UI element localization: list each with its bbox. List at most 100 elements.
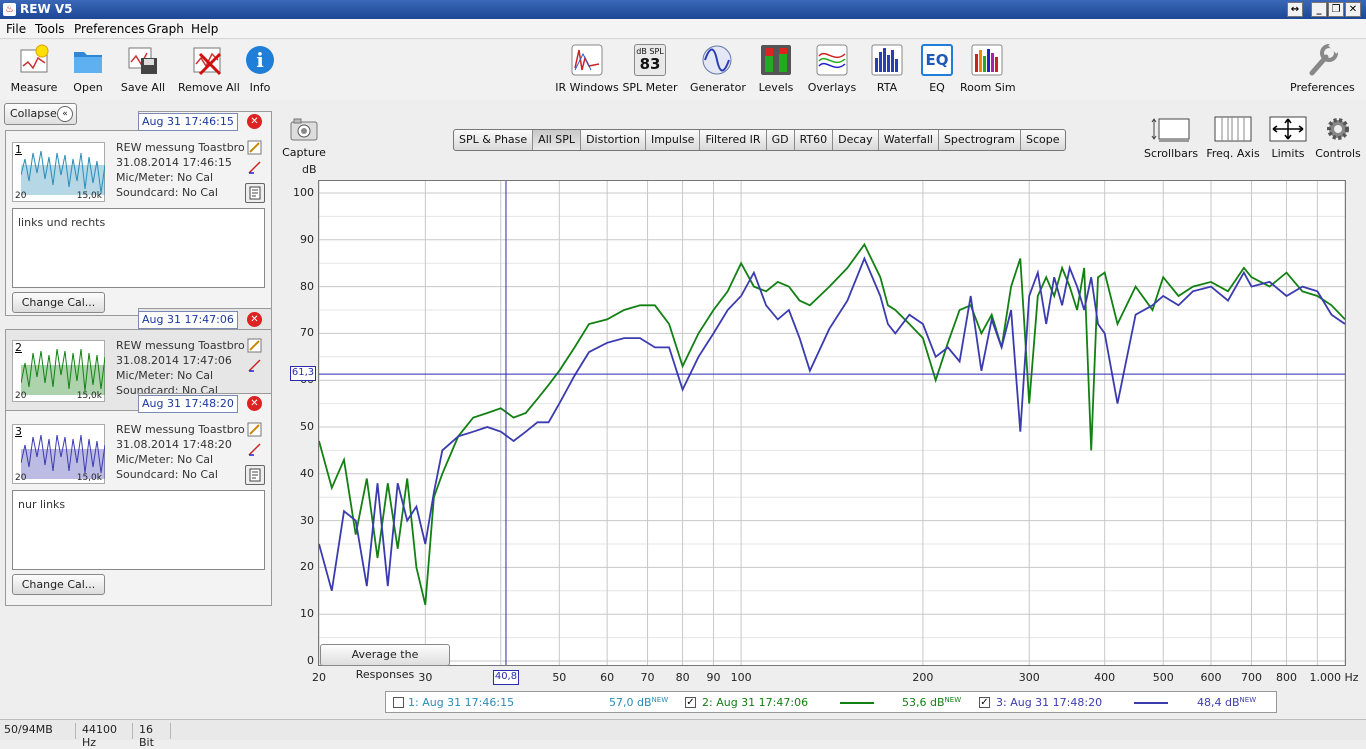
spl-chart[interactable] bbox=[318, 181, 1346, 665]
menu-file[interactable]: File bbox=[6, 22, 26, 36]
spl-plot[interactable] bbox=[318, 180, 1346, 666]
legend-label-1: 1: Aug 31 17:46:15 bbox=[408, 696, 515, 709]
menu-bar: File Tools Preferences Graph Help bbox=[0, 19, 1366, 39]
close-measurement-icon[interactable]: ✕ bbox=[247, 396, 262, 411]
generator-button[interactable]: Generator bbox=[690, 44, 746, 94]
average-responses-button[interactable]: Average the Responses bbox=[320, 644, 450, 681]
measurement-notes[interactable]: nur links bbox=[12, 490, 265, 570]
mic-cal-icon[interactable] bbox=[247, 160, 262, 175]
restore-button[interactable]: ❐ bbox=[1328, 2, 1344, 17]
spl-meter-icon: dB SPL 83 bbox=[634, 44, 666, 76]
scrollbars-button[interactable]: Scrollbars bbox=[1144, 116, 1198, 160]
edit-info-icon[interactable] bbox=[247, 140, 262, 155]
x-tick-label: 60 bbox=[600, 671, 615, 684]
levels-icon bbox=[760, 44, 792, 76]
minimize-button[interactable]: _ bbox=[1311, 2, 1327, 17]
x-tick-label: 500 bbox=[1152, 671, 1174, 684]
mic-cal-icon[interactable] bbox=[247, 442, 262, 457]
ir-windows-button[interactable]: IR Windows bbox=[555, 44, 619, 94]
mic-cal-icon[interactable] bbox=[247, 358, 262, 373]
tab-scope[interactable]: Scope bbox=[1021, 130, 1065, 150]
legend-value-2: 53,6 dBNEW bbox=[902, 696, 962, 709]
camera-icon bbox=[289, 118, 319, 142]
close-measurement-icon[interactable]: ✕ bbox=[247, 114, 262, 129]
preferences-button[interactable]: Preferences bbox=[1290, 42, 1355, 94]
folder-icon bbox=[72, 44, 104, 76]
measure-icon bbox=[18, 44, 50, 76]
edit-info-icon[interactable] bbox=[247, 338, 262, 353]
tab-filtered-ir[interactable]: Filtered IR bbox=[700, 130, 767, 150]
cursor-y-readout: 61,3 bbox=[290, 366, 316, 382]
menu-preferences[interactable]: Preferences bbox=[74, 22, 145, 36]
eq-button[interactable]: EQ EQ bbox=[918, 44, 956, 94]
tab-spectrogram[interactable]: Spectrogram bbox=[939, 130, 1022, 150]
tab-all-spl[interactable]: All SPL bbox=[533, 130, 582, 150]
measurement-info: REW messung Toastbrot' 31.08.2014 17:48:… bbox=[116, 423, 244, 481]
save-all-button[interactable]: Save All bbox=[120, 44, 166, 94]
x-tick-label: 700 bbox=[1240, 671, 1262, 684]
y-tick-label: 80 bbox=[300, 279, 314, 293]
measure-button[interactable]: Measure bbox=[10, 44, 58, 94]
y-tick-label: 50 bbox=[300, 420, 314, 433]
menu-help[interactable]: Help bbox=[191, 22, 218, 36]
x-tick-label: 30 bbox=[418, 671, 433, 684]
bit-depth-status: 16 Bit bbox=[135, 723, 171, 749]
change-cal-button[interactable]: Change Cal... bbox=[12, 292, 105, 313]
measurement-date-field[interactable]: Aug 31 17:47:06 bbox=[138, 311, 238, 329]
edit-info-icon[interactable] bbox=[247, 422, 262, 437]
rta-icon bbox=[871, 44, 903, 76]
controls-button[interactable]: Controls bbox=[1314, 116, 1362, 160]
measurement-date-field[interactable]: Aug 31 17:46:15 bbox=[138, 113, 238, 131]
close-window-button[interactable]: ✕ bbox=[1345, 2, 1361, 17]
y-tick-label: 20 bbox=[300, 560, 314, 574]
x-tick-label: 800 bbox=[1275, 671, 1297, 684]
tab-rt60[interactable]: RT60 bbox=[795, 130, 834, 150]
measurement-notes[interactable]: links und rechts bbox=[12, 208, 265, 288]
tab-distortion[interactable]: Distortion bbox=[581, 130, 646, 150]
legend-checkbox-3[interactable]: ✓ bbox=[979, 697, 990, 708]
tab-waterfall[interactable]: Waterfall bbox=[879, 130, 939, 150]
capture-button[interactable]: Capture bbox=[282, 118, 326, 159]
notes-icon[interactable] bbox=[245, 183, 265, 203]
open-button[interactable]: Open bbox=[68, 44, 108, 94]
tab-spl-phase[interactable]: SPL & Phase bbox=[454, 130, 534, 150]
info-icon: i bbox=[244, 44, 276, 76]
freq-axis-button[interactable]: Freq. Axis bbox=[1204, 116, 1262, 160]
menu-graph[interactable]: Graph bbox=[147, 22, 184, 36]
tab-decay[interactable]: Decay bbox=[833, 130, 879, 150]
measurement-date-field[interactable]: Aug 31 17:48:20 bbox=[138, 395, 238, 413]
rta-button[interactable]: RTA bbox=[868, 44, 906, 94]
tab-gd[interactable]: GD bbox=[767, 130, 795, 150]
room-sim-button[interactable]: Room Sim bbox=[960, 44, 1016, 94]
close-measurement-icon[interactable]: ✕ bbox=[247, 312, 262, 327]
measurement-thumbnail[interactable]: 2 20 15,0k bbox=[12, 340, 105, 402]
legend-checkbox-2[interactable]: ✓ bbox=[685, 697, 696, 708]
series-line-1 bbox=[318, 242, 1346, 606]
y-tick-label: 0 bbox=[307, 654, 314, 667]
y-tick-label: 100 bbox=[293, 186, 314, 199]
measurement-thumbnail[interactable]: 3 20 15,0k bbox=[12, 424, 105, 484]
remove-all-icon bbox=[192, 44, 224, 76]
tab-impulse[interactable]: Impulse bbox=[646, 130, 701, 150]
notes-icon[interactable] bbox=[245, 465, 265, 485]
graph-tabs: SPL & Phase All SPL Distortion Impulse Filte… bbox=[453, 129, 1066, 151]
legend-swatch-3 bbox=[1134, 702, 1168, 704]
menu-tools[interactable]: Tools bbox=[35, 22, 65, 36]
room-sim-icon bbox=[971, 44, 1003, 76]
remove-all-button[interactable]: Remove All bbox=[178, 44, 240, 94]
limits-button[interactable]: Limits bbox=[1268, 116, 1308, 160]
measurement-thumbnail[interactable]: 1 20 15,0k bbox=[12, 142, 105, 202]
levels-button[interactable]: Levels bbox=[756, 44, 796, 94]
change-cal-button[interactable]: Change Cal... bbox=[12, 574, 105, 595]
limits-icon bbox=[1269, 116, 1307, 142]
spl-meter-button[interactable]: dB SPL 83 SPL Meter bbox=[622, 44, 678, 94]
status-bar: 50/94MB 44100 Hz 16 Bit bbox=[0, 719, 1366, 749]
legend-checkbox-1[interactable] bbox=[393, 697, 404, 708]
overlays-button[interactable]: Overlays bbox=[806, 44, 858, 94]
x-tick-label: 80 bbox=[675, 671, 690, 684]
collapse-button[interactable]: Collapse « bbox=[4, 103, 77, 125]
resize-icon[interactable]: ↔ bbox=[1287, 2, 1303, 17]
y-tick-label: 40 bbox=[300, 466, 314, 480]
info-button[interactable]: i Info bbox=[244, 44, 276, 94]
eq-icon: EQ bbox=[921, 44, 953, 76]
